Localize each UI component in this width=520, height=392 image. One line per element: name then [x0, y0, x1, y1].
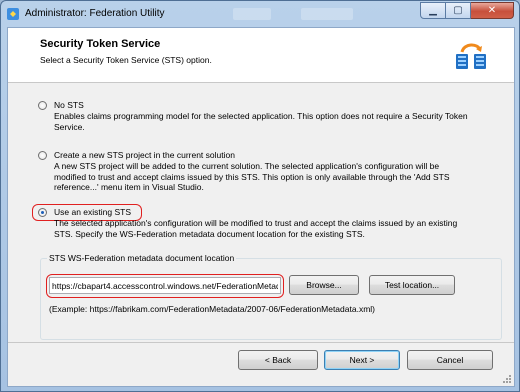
next-button[interactable]: Next >: [324, 350, 400, 370]
dialog-window: Administrator: Federation Utility ▁ ▢ ✕ …: [0, 0, 520, 392]
window-controls: ▁ ▢ ✕: [420, 2, 514, 19]
footer-divider: [8, 342, 514, 343]
page-subtitle: Select a Security Token Service (STS) op…: [40, 55, 212, 65]
sts-exchange-icon: [456, 43, 486, 69]
minimize-icon: ▁: [429, 5, 437, 16]
option-create-sts-description: A new STS project will be added to the c…: [54, 161, 450, 192]
dialog-client: Security Token Service Select a Security…: [7, 27, 515, 387]
resize-grip-icon[interactable]: [502, 374, 512, 384]
maximize-button[interactable]: ▢: [446, 2, 471, 19]
minimize-button[interactable]: ▁: [420, 2, 446, 19]
metadata-location-group: STS WS-Federation metadata document loca…: [40, 253, 502, 340]
back-button[interactable]: < Back: [238, 350, 318, 370]
example-url-text: (Example: https://fabrikam.com/Federatio…: [49, 304, 375, 314]
radio-create-sts[interactable]: [38, 151, 47, 160]
background-window-title: [301, 8, 353, 20]
background-window-title: [233, 8, 271, 20]
option-no-sts-label[interactable]: No STS: [54, 100, 84, 110]
radio-existing-sts[interactable]: [38, 208, 47, 217]
title-bar[interactable]: Administrator: Federation Utility ▁ ▢ ✕: [1, 1, 519, 27]
option-existing-sts-description: The selected application's configuration…: [54, 218, 458, 239]
close-button[interactable]: ✕: [471, 2, 514, 19]
highlight-ring: [46, 274, 284, 298]
maximize-icon: ▢: [453, 5, 463, 16]
page-title: Security Token Service: [40, 38, 161, 50]
option-no-sts-description: Enables claims programming model for the…: [54, 111, 468, 132]
option-existing-sts-label[interactable]: Use an existing STS: [54, 207, 131, 217]
metadata-group-title: STS WS-Federation metadata document loca…: [47, 253, 237, 263]
page-header: Security Token Service Select a Security…: [8, 28, 514, 83]
test-location-button[interactable]: Test location...: [369, 275, 455, 295]
option-create-sts-label[interactable]: Create a new STS project in the current …: [54, 150, 235, 160]
window-title: Administrator: Federation Utility: [25, 8, 165, 19]
app-icon: [7, 8, 19, 20]
close-icon: ✕: [487, 5, 497, 16]
radio-no-sts[interactable]: [38, 101, 47, 110]
browse-button[interactable]: Browse...: [289, 275, 359, 295]
cancel-button[interactable]: Cancel: [407, 350, 493, 370]
